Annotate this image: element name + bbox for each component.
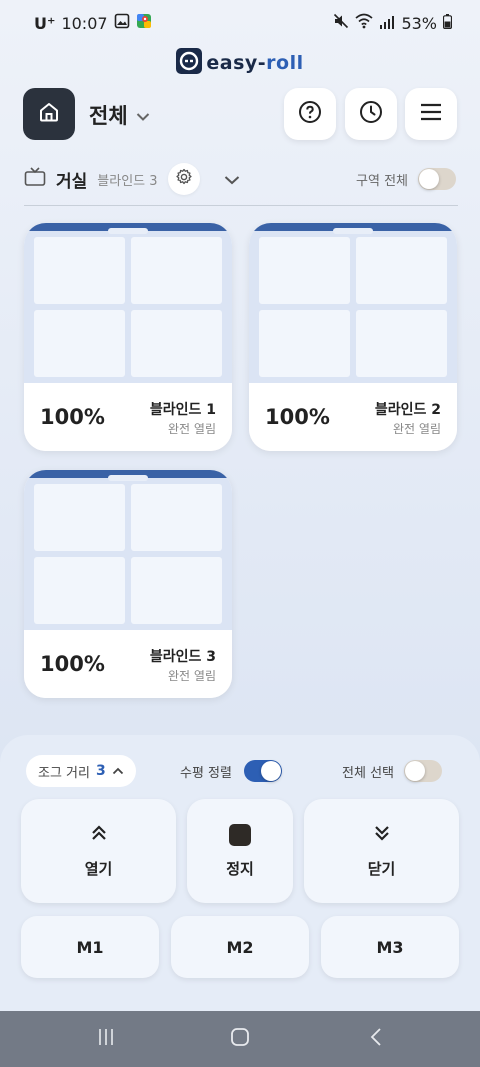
chevron-down-icon: [136, 103, 150, 127]
jog-distance-value: 3: [95, 763, 106, 779]
battery-icon: [442, 13, 453, 33]
logo-text-accent: roll: [266, 52, 304, 74]
mute-icon: [333, 13, 349, 33]
app-logo: easy-roll: [0, 48, 480, 78]
zone-name: 거실: [56, 171, 88, 192]
jog-distance-label: 조그 거리: [38, 765, 90, 781]
gallery-icon: [114, 13, 130, 33]
menu-button[interactable]: [405, 88, 457, 140]
status-time: 10:07: [61, 13, 108, 33]
maps-icon: [136, 13, 152, 33]
stop-icon: [229, 823, 251, 846]
jog-distance-selector[interactable]: 조그 거리 3: [26, 755, 136, 787]
blind-percent: 100%: [40, 652, 105, 676]
back-button[interactable]: [364, 1027, 388, 1051]
recent-apps-icon: [96, 1027, 116, 1051]
double-chevron-up-icon: [90, 824, 108, 846]
home-nav-icon: [230, 1027, 250, 1051]
schedule-button[interactable]: [345, 88, 397, 140]
m1-label: M1: [76, 937, 104, 957]
m3-label: M3: [376, 937, 404, 957]
close-label: 닫기: [367, 859, 396, 878]
logo-mark-icon: [176, 48, 203, 78]
blind-window-visual: [249, 223, 457, 383]
blind-card-2[interactable]: 100% 블라인드 2 완전 열림: [249, 223, 457, 451]
blind-percent: 100%: [265, 405, 330, 429]
stop-label: 정지: [226, 859, 254, 878]
zone-row: 거실 블라인드 3 구역 전체: [24, 162, 456, 196]
blind-name: 블라인드 3: [149, 649, 216, 665]
m3-button[interactable]: M3: [321, 916, 459, 978]
open-button[interactable]: 열기: [21, 799, 176, 903]
wifi-icon: [355, 13, 373, 33]
select-all-label: 전체 선택: [342, 765, 394, 781]
chevron-up-icon: [112, 764, 124, 779]
blind-state: 완전 열림: [168, 422, 216, 436]
carrier-label: U⁺: [34, 13, 56, 33]
divider: [24, 205, 458, 206]
back-icon: [369, 1027, 383, 1051]
control-panel: 조그 거리 3 수평 정렬 전체 선택 열기 정지 닫기 M1 M2 M3: [0, 735, 480, 1011]
home-button[interactable]: [23, 88, 75, 140]
double-chevron-down-icon: [373, 824, 391, 846]
home-nav-button[interactable]: [228, 1027, 252, 1051]
blind-name: 블라인드 1: [149, 402, 216, 418]
group-selector[interactable]: 전체: [89, 100, 150, 130]
hamburger-icon: [419, 102, 443, 126]
logo-text-main: easy-: [206, 52, 267, 74]
blind-window-visual: [24, 470, 232, 630]
blind-name: 블라인드 2: [374, 402, 441, 418]
system-nav-bar: [0, 1011, 480, 1067]
horizontal-align-label: 수평 정렬: [180, 765, 232, 781]
zone-expand-button[interactable]: [224, 170, 240, 189]
tv-icon: [24, 167, 46, 191]
m2-label: M2: [226, 937, 254, 957]
m1-button[interactable]: M1: [21, 916, 159, 978]
blind-percent: 100%: [40, 405, 105, 429]
all-zone-label: 구역 전체: [356, 173, 408, 189]
blind-card-1[interactable]: 100% 블라인드 1 완전 열림: [24, 223, 232, 451]
m2-button[interactable]: M2: [171, 916, 309, 978]
signal-icon: [379, 14, 395, 33]
horizontal-align-toggle[interactable]: [243, 760, 282, 782]
stop-button[interactable]: 정지: [187, 799, 293, 903]
header: 전체: [23, 88, 457, 140]
zone-blind-count: 블라인드 3: [97, 173, 158, 189]
close-button[interactable]: 닫기: [304, 799, 459, 903]
help-button[interactable]: [284, 88, 336, 140]
zone-settings-button[interactable]: [167, 163, 200, 195]
open-label: 열기: [84, 859, 113, 878]
status-bar: U⁺ 10:07 53%: [0, 0, 480, 46]
chevron-down-icon: [224, 170, 240, 189]
blind-card-3[interactable]: 100% 블라인드 3 완전 열림: [24, 470, 232, 698]
all-zone-toggle[interactable]: [418, 168, 456, 190]
blind-state: 완전 열림: [393, 422, 441, 436]
battery-label: 53%: [401, 13, 437, 33]
home-icon: [37, 100, 61, 128]
blind-state: 완전 열림: [168, 669, 216, 683]
page-title: 전체: [89, 104, 128, 128]
select-all-toggle[interactable]: [404, 760, 442, 782]
gear-icon: [175, 168, 193, 190]
blind-window-visual: [24, 223, 232, 383]
recent-apps-button[interactable]: [94, 1027, 118, 1051]
clock-icon: [359, 100, 383, 128]
help-icon: [298, 100, 322, 128]
